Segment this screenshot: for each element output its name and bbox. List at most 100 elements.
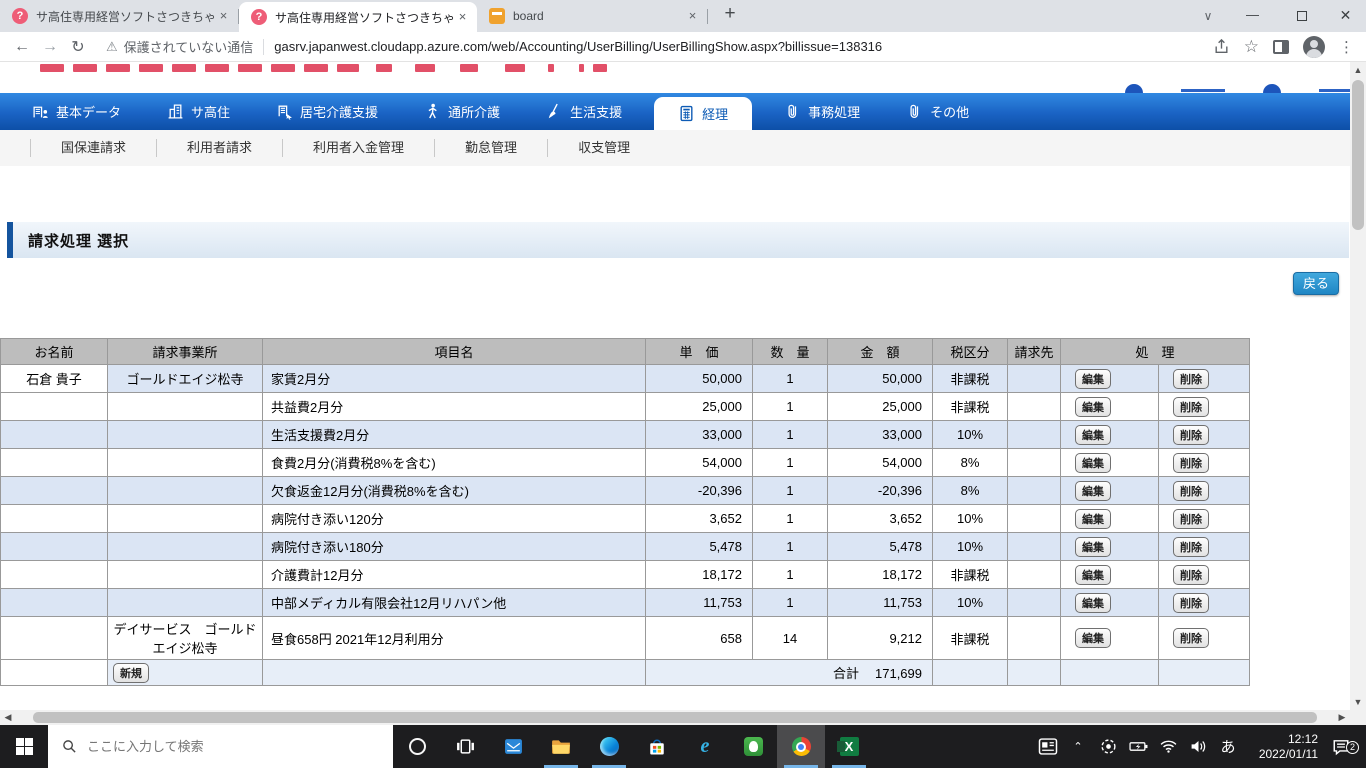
delete-button[interactable]: 削除 (1173, 453, 1209, 473)
cell-bill-to (1008, 505, 1061, 533)
subnav-kokuhoren[interactable]: 国保連請求 (30, 139, 156, 157)
close-button[interactable]: ✕ (1325, 0, 1366, 32)
edit-button[interactable]: 編集 (1075, 593, 1111, 613)
edit-button[interactable]: 編集 (1075, 481, 1111, 501)
satsuki-app-button[interactable] (729, 725, 777, 768)
scroll-up-icon[interactable]: ▲ (1350, 62, 1366, 78)
footer-new-cell: 新規 (108, 660, 263, 686)
excel-button[interactable]: X (825, 725, 873, 768)
taskbar-clock[interactable]: 12:12 2022/01/11 (1246, 732, 1318, 762)
share-icon[interactable] (1213, 38, 1230, 55)
search-input[interactable] (87, 739, 337, 754)
edit-button[interactable]: 編集 (1075, 425, 1111, 445)
new-button[interactable]: 新規 (113, 663, 149, 683)
cell-delete: 削除 (1159, 421, 1250, 449)
tray-chevron-icon[interactable]: ⌃ (1066, 740, 1090, 753)
scroll-right-icon[interactable]: ▶ (1334, 710, 1350, 725)
tab-board[interactable]: board × (477, 0, 707, 32)
tab-satsuki-2-active[interactable]: ? サ高住専用経営ソフトさつきちゃん × (239, 2, 477, 32)
chevron-down-icon[interactable]: ∨ (1196, 6, 1220, 26)
broom-icon (546, 103, 563, 120)
vertical-scroll-thumb[interactable] (1352, 80, 1364, 230)
edit-button[interactable]: 編集 (1075, 509, 1111, 529)
cell-qty: 1 (753, 365, 828, 393)
close-tab-icon[interactable]: × (215, 8, 232, 25)
scroll-down-icon[interactable]: ▼ (1350, 694, 1366, 710)
back-icon[interactable]: ← (8, 38, 36, 56)
bookmark-star-icon[interactable]: ☆ (1244, 37, 1259, 57)
task-view-button[interactable] (441, 725, 489, 768)
nav-item-basic-data[interactable]: 基本データ (18, 93, 135, 130)
nav-item-other[interactable]: その他 (892, 93, 983, 130)
maximize-button[interactable] (1281, 0, 1322, 32)
file-explorer-button[interactable] (537, 725, 585, 768)
store-button[interactable] (633, 725, 681, 768)
edge-button[interactable] (585, 725, 633, 768)
close-tab-icon[interactable]: × (454, 9, 471, 26)
ime-indicator[interactable]: あ (1216, 736, 1240, 757)
delete-button[interactable]: 削除 (1173, 593, 1209, 613)
url-field[interactable]: gasrv.japanwest.cloudapp.azure.com/web/A… (274, 39, 882, 54)
nav-item-office-work[interactable]: 事務処理 (770, 93, 874, 130)
delete-button[interactable]: 削除 (1173, 425, 1209, 445)
delete-button[interactable]: 削除 (1173, 565, 1209, 585)
close-tab-icon[interactable]: × (684, 8, 701, 25)
delete-button[interactable]: 削除 (1173, 481, 1209, 501)
subnav-user-payment[interactable]: 利用者入金管理 (282, 139, 434, 157)
start-button[interactable] (0, 725, 48, 768)
nav-item-day-care[interactable]: 通所介護 (410, 93, 514, 130)
edit-button[interactable]: 編集 (1075, 369, 1111, 389)
cortana-button[interactable] (393, 725, 441, 768)
omnibox-divider (263, 39, 264, 55)
horizontal-scrollbar[interactable]: ◀ ▶ (0, 710, 1350, 725)
chrome-button[interactable] (777, 725, 825, 768)
edge-icon (600, 737, 619, 756)
table-row: 介護費計12月分 18,172 1 18,172 非課税 編集 削除 (1, 561, 1250, 589)
delete-button[interactable]: 削除 (1173, 369, 1209, 389)
internet-explorer-button[interactable]: e (681, 725, 729, 768)
menu-kebab-icon[interactable]: ⋮ (1339, 38, 1354, 56)
cell-bill-to (1008, 449, 1061, 477)
battery-icon[interactable] (1126, 740, 1150, 753)
taskbar-search[interactable] (48, 725, 393, 768)
back-page-button[interactable]: 戻る (1293, 272, 1339, 295)
delete-button[interactable]: 削除 (1173, 509, 1209, 529)
volume-icon[interactable] (1186, 739, 1210, 754)
tab-satsuki-1[interactable]: ? サ高住専用経営ソフトさつきちゃん × (0, 0, 238, 32)
mail-button[interactable] (489, 725, 537, 768)
cell-delete: 削除 (1159, 617, 1250, 660)
reload-icon[interactable]: ↻ (64, 37, 92, 57)
forward-icon[interactable]: → (36, 38, 64, 56)
delete-button[interactable]: 削除 (1173, 537, 1209, 557)
delete-button[interactable]: 削除 (1173, 628, 1209, 648)
table-row: 石倉 貴子 ゴールドエイジ松寺 家賃2月分 50,000 1 50,000 非課… (1, 365, 1250, 393)
wifi-icon[interactable] (1156, 740, 1180, 753)
nav-item-life-support[interactable]: 生活支援 (532, 93, 636, 130)
nav-item-accounting-active[interactable]: 経理 (654, 97, 752, 130)
new-tab-button[interactable]: + (716, 1, 744, 29)
widgets-icon[interactable] (1036, 738, 1060, 755)
side-panel-icon[interactable] (1273, 40, 1289, 54)
header-unit-price: 単 価 (646, 339, 753, 365)
edit-button[interactable]: 編集 (1075, 628, 1111, 648)
nav-item-home-care[interactable]: 居宅介護支援 (262, 93, 392, 130)
cell-delete: 削除 (1159, 505, 1250, 533)
delete-button[interactable]: 削除 (1173, 397, 1209, 417)
edit-button[interactable]: 編集 (1075, 397, 1111, 417)
cell-unit-price: 11,753 (646, 589, 753, 617)
vertical-scrollbar[interactable]: ▲ ▼ (1350, 62, 1366, 710)
scroll-left-icon[interactable]: ◀ (0, 710, 16, 725)
security-label[interactable]: 保護されていない通信 (124, 37, 254, 56)
subnav-attendance[interactable]: 勤怠管理 (434, 139, 547, 157)
nav-item-sakoju[interactable]: サ高住 (153, 93, 244, 130)
edit-button[interactable]: 編集 (1075, 565, 1111, 585)
profile-avatar[interactable] (1303, 36, 1325, 58)
subnav-balance[interactable]: 収支管理 (547, 139, 660, 157)
edit-button[interactable]: 編集 (1075, 453, 1111, 473)
minimize-button[interactable]: — (1232, 0, 1273, 32)
horizontal-scroll-thumb[interactable] (33, 712, 1317, 723)
meet-now-icon[interactable] (1096, 738, 1120, 755)
subnav-user-billing[interactable]: 利用者請求 (156, 139, 282, 157)
edit-button[interactable]: 編集 (1075, 537, 1111, 557)
notification-center-button[interactable]: 2 (1324, 738, 1358, 756)
